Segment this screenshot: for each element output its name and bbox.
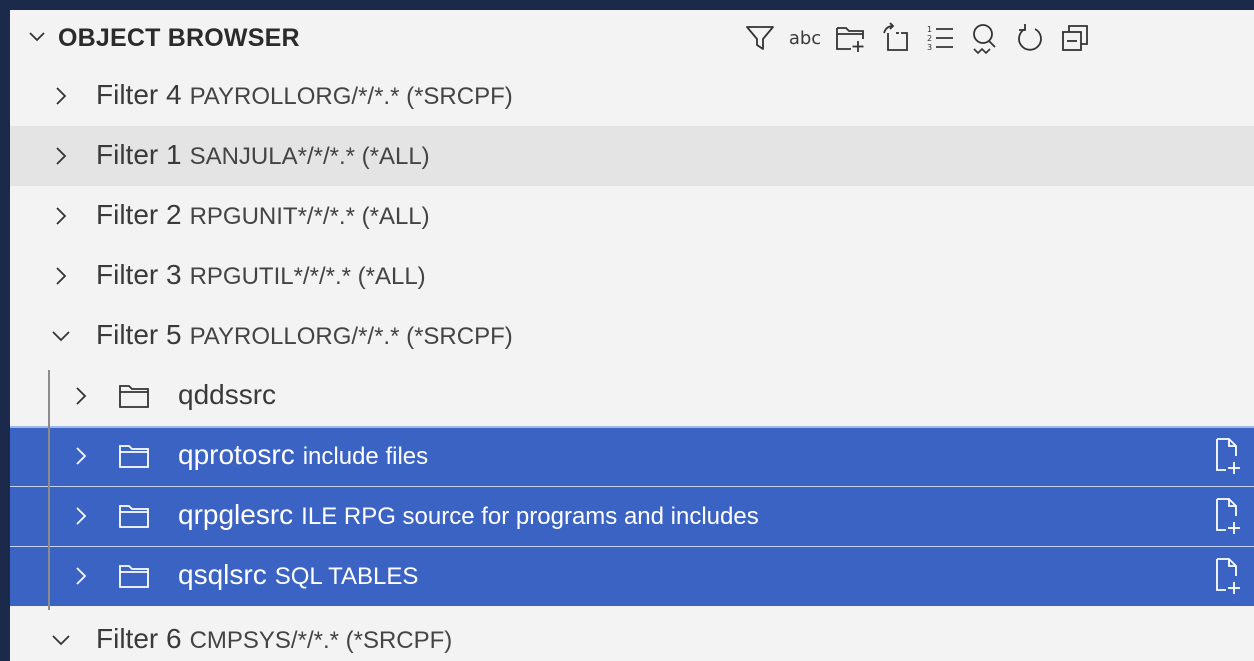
filter-name: Filter 5: [96, 319, 182, 350]
folder-name: qddssrc: [178, 379, 277, 410]
panel-header[interactable]: OBJECT BROWSER abc 123: [10, 10, 1254, 66]
filter-name: Filter 3: [96, 259, 182, 290]
filter-icon[interactable]: [742, 20, 778, 56]
abc-search-icon[interactable]: abc: [787, 20, 823, 56]
filter-name: Filter 2: [96, 199, 182, 230]
filter-description: PAYROLLORG/*/*.* (*SRCPF): [189, 323, 513, 350]
chevron-right-icon[interactable]: [70, 445, 92, 467]
new-file-icon[interactable]: [1214, 556, 1244, 596]
tree-item-filter-1[interactable]: Filter 1 SANJULA*/*/*.* (*ALL): [10, 126, 1254, 186]
folder-description: ILE RPG source for programs and includes: [301, 503, 759, 530]
chevron-right-icon[interactable]: [70, 385, 92, 407]
filter-name: Filter 6: [96, 623, 182, 654]
tree-item-filter-3[interactable]: Filter 3 RPGUTIL*/*/*.* (*ALL): [10, 246, 1254, 306]
folder-description: include files: [302, 443, 429, 470]
chevron-right-icon[interactable]: [50, 265, 72, 287]
filter-description: CMPSYS/*/*.* (*SRCPF): [189, 627, 453, 654]
new-file-icon[interactable]: [1214, 436, 1244, 476]
folder-icon: [119, 505, 149, 528]
tree-item-filter-4[interactable]: Filter 4 PAYROLLORG/*/*.* (*SRCPF): [10, 66, 1254, 126]
svg-text:2: 2: [927, 34, 932, 43]
import-icon[interactable]: [877, 20, 913, 56]
list-icon[interactable]: 123: [922, 20, 958, 56]
filter-description: RPGUNIT*/*/*.* (*ALL): [189, 203, 430, 230]
chevron-right-icon[interactable]: [50, 205, 72, 227]
tree-item-qrpglesrc[interactable]: qrpglesrc ILE RPG source for programs and…: [10, 486, 1254, 546]
folder-icon: [119, 445, 149, 468]
svg-text:3: 3: [927, 43, 932, 52]
filter-name: Filter 1: [96, 139, 182, 170]
refresh-icon[interactable]: [1012, 20, 1048, 56]
tree-item-qddssrc[interactable]: qddssrc: [10, 366, 1254, 426]
folder-icon: [119, 385, 149, 408]
filter-description: RPGUTIL*/*/*.* (*ALL): [189, 263, 426, 290]
tree-item-qsqlsrc[interactable]: qsqlsrc SQL TABLES: [10, 546, 1254, 606]
object-browser-panel: OBJECT BROWSER abc 123 Filter 4 PAYROLLOR…: [10, 10, 1254, 661]
folder-description: SQL TABLES: [274, 563, 419, 590]
new-file-icon[interactable]: [1214, 496, 1244, 536]
tree-item-filter-5[interactable]: Filter 5 PAYROLLORG/*/*.* (*SRCPF): [10, 306, 1254, 366]
chevron-down-icon[interactable]: [50, 629, 72, 651]
chevron-right-icon[interactable]: [50, 145, 72, 167]
filter-name: Filter 4: [96, 79, 182, 110]
filter-description: SANJULA*/*/*.* (*ALL): [189, 143, 430, 170]
folder-name: qrpglesrc: [178, 499, 294, 530]
svg-text:1: 1: [927, 25, 932, 34]
tree-item-qprotosrc[interactable]: qprotosrc include files: [10, 426, 1254, 486]
folder-icon: [119, 565, 149, 588]
collapse-all-icon[interactable]: [1057, 20, 1093, 56]
chevron-right-icon[interactable]: [70, 505, 92, 527]
tree-item-filter-2[interactable]: Filter 2 RPGUNIT*/*/*.* (*ALL): [10, 186, 1254, 246]
chevron-down-icon[interactable]: [50, 325, 72, 347]
folder-name: qprotosrc: [178, 439, 295, 470]
chevron-right-icon[interactable]: [70, 565, 92, 587]
new-folder-icon[interactable]: [832, 20, 868, 56]
panel-title: OBJECT BROWSER: [58, 24, 300, 52]
folder-name: qsqlsrc: [178, 559, 267, 590]
chevron-down-icon[interactable]: [28, 28, 46, 46]
chevron-right-icon[interactable]: [50, 85, 72, 107]
tree-item-filter-6[interactable]: Filter 6 CMPSYS/*/*.* (*SRCPF): [10, 610, 1254, 661]
search-icon[interactable]: [967, 20, 1003, 56]
indent-guide: [48, 370, 50, 610]
filter-description: PAYROLLORG/*/*.* (*SRCPF): [189, 83, 513, 110]
